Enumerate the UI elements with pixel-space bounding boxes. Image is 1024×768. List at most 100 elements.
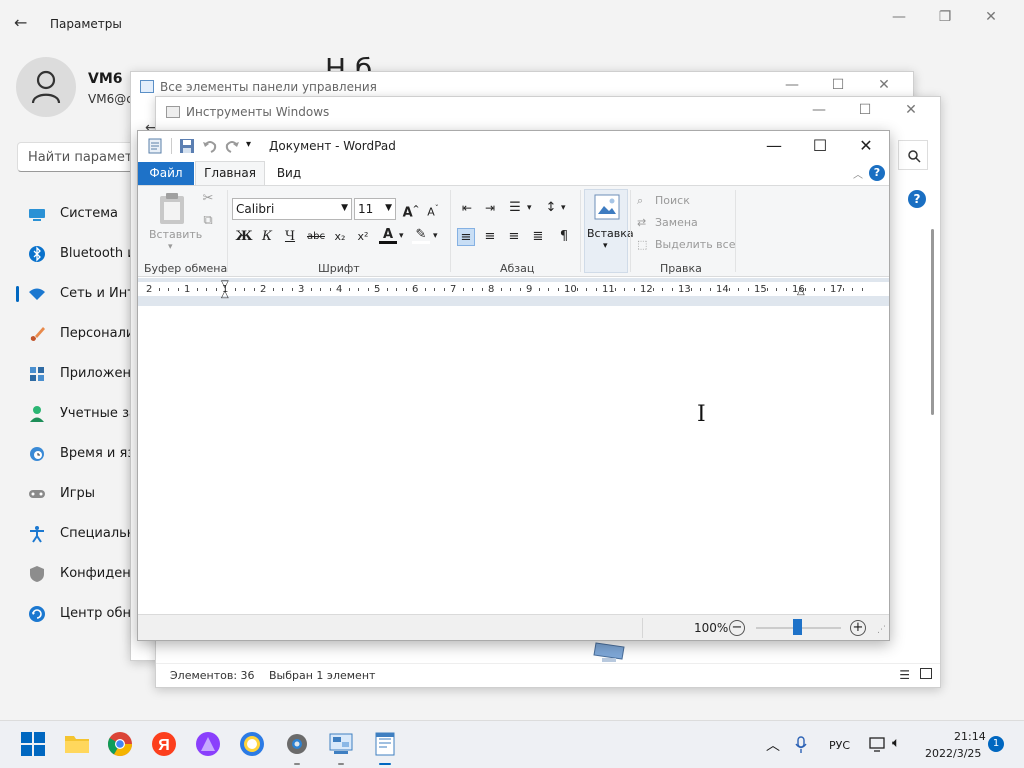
select-all-button[interactable]: Выделить все [655, 238, 735, 251]
decrease-indent-icon[interactable]: ⇤ [458, 199, 476, 217]
chevron-down-icon[interactable]: ▾ [433, 231, 438, 241]
help-icon[interactable]: ? [869, 165, 885, 181]
chevron-up-icon[interactable]: ︿ [766, 735, 780, 755]
start-button[interactable] [20, 731, 46, 757]
network-icon[interactable] [869, 737, 887, 752]
strikethrough-button[interactable]: abc [304, 228, 328, 246]
details-view-icon[interactable]: ☰ [899, 668, 910, 682]
chrome-icon[interactable] [107, 731, 133, 757]
clock-time[interactable]: 21:14 [954, 730, 986, 743]
nav-item-update[interactable]: Центр обн [16, 596, 146, 632]
align-left-icon[interactable]: ≡ [457, 228, 475, 246]
customize-qat-icon[interactable]: ▾ [246, 139, 251, 150]
wordpad-app-icon[interactable] [147, 138, 163, 154]
clipboard-icon[interactable] [157, 192, 187, 226]
replace-button[interactable]: Замена [655, 216, 698, 229]
notification-badge[interactable]: 1 [988, 736, 1004, 752]
align-right-icon[interactable]: ≡ [505, 228, 523, 246]
nav-item-bluetooth[interactable]: Bluetooth и [16, 236, 146, 272]
help-icon[interactable]: ? [908, 190, 926, 208]
nav-item-time-language[interactable]: Время и яз [16, 436, 146, 472]
underline-button[interactable]: Ч [281, 228, 299, 246]
bold-button[interactable]: Ж [235, 228, 253, 246]
paragraph-icon[interactable]: ¶ [555, 228, 573, 246]
tab-file[interactable]: Файл [138, 162, 194, 185]
text-color-button[interactable]: A [379, 226, 397, 244]
close-icon[interactable]: ✕ [843, 131, 889, 161]
minimize-icon[interactable]: — [769, 77, 815, 93]
paste-button[interactable]: Вставить [149, 228, 202, 241]
maximize-icon[interactable]: ☐ [842, 102, 888, 118]
increase-indent-icon[interactable]: ⇥ [481, 199, 499, 217]
bullets-icon[interactable]: ☰ [506, 199, 524, 217]
maximize-icon[interactable]: ☐ [815, 77, 861, 93]
find-button[interactable]: Поиск [655, 194, 690, 207]
volume-icon[interactable]: 🔈︎ [892, 735, 900, 751]
close-icon[interactable]: ✕ [861, 77, 907, 93]
settings-gear-icon[interactable] [284, 731, 310, 757]
nav-item-system[interactable]: Система [16, 196, 146, 232]
large-icons-view-icon[interactable] [920, 668, 932, 679]
insert-button[interactable]: Вставка ▾ [584, 189, 634, 273]
resize-grip-icon[interactable]: ⋰ [877, 625, 886, 635]
chevron-down-icon[interactable]: ▾ [399, 231, 404, 241]
nav-item-accounts[interactable]: Учетные за [16, 396, 146, 432]
chevron-down-icon[interactable]: ▾ [527, 203, 532, 213]
yandex-browser-icon[interactable]: Я [151, 731, 177, 757]
browser-icon[interactable] [239, 731, 265, 757]
paste-dropdown-icon[interactable]: ▾ [168, 242, 173, 252]
restore-icon[interactable]: ❐ [922, 8, 968, 26]
nav-item-gaming[interactable]: Игры [16, 476, 146, 512]
control-panel-app-icon[interactable] [328, 731, 354, 757]
zoom-slider-thumb[interactable] [793, 619, 802, 635]
scrollbar[interactable] [931, 229, 934, 415]
zoom-in-button[interactable]: + [850, 620, 866, 636]
nav-item-privacy[interactable]: Конфиден [16, 556, 146, 592]
nav-item-apps[interactable]: Приложен [16, 356, 146, 392]
left-indent-icon[interactable]: △ [221, 289, 229, 300]
nav-item-network[interactable]: Сеть и Инт [16, 276, 146, 312]
minimize-icon[interactable]: — [796, 102, 842, 118]
language-indicator[interactable]: РУС [829, 739, 850, 752]
subscript-button[interactable]: x₂ [331, 228, 349, 246]
undo-icon[interactable] [202, 138, 218, 154]
font-name-combo[interactable]: Calibri ▼ [232, 198, 352, 220]
tab-view[interactable]: Вид [271, 162, 307, 185]
chevron-down-icon[interactable]: ▾ [561, 203, 566, 213]
tab-home[interactable]: Главная [195, 161, 265, 186]
back-arrow-icon[interactable]: ← [14, 13, 27, 32]
wordpad-taskbar-icon[interactable] [372, 731, 398, 757]
alice-icon[interactable] [195, 731, 221, 757]
right-indent-icon[interactable]: △ [797, 286, 805, 297]
ruler[interactable]: 2 1 1 2 3 4 5 6 7 8 9 10 11 12 13 14 15 16 17 ▽ △ △ [138, 278, 889, 306]
minimize-ribbon-icon[interactable]: ︿ [853, 166, 863, 181]
shrink-font-icon[interactable]: Aˇ [424, 200, 442, 219]
superscript-button[interactable]: x² [354, 228, 372, 246]
close-icon[interactable]: ✕ [888, 102, 934, 118]
cut-icon[interactable]: ✂ [199, 190, 217, 208]
nav-item-personalization[interactable]: Персонали [16, 316, 146, 352]
align-center-icon[interactable]: ≡ [481, 228, 499, 246]
document-area[interactable]: I [138, 306, 889, 616]
copy-icon[interactable]: ⧉ [199, 212, 217, 230]
zoom-out-button[interactable]: − [729, 620, 745, 636]
file-explorer-icon[interactable] [64, 731, 90, 757]
settings-search-input[interactable]: Найти параметр [17, 142, 147, 172]
minimize-icon[interactable]: — [751, 131, 797, 161]
redo-icon[interactable] [224, 138, 240, 154]
avatar[interactable] [16, 57, 76, 117]
close-icon[interactable]: ✕ [968, 8, 1014, 26]
clock-date[interactable]: 2022/3/25 [925, 747, 981, 760]
justify-icon[interactable]: ≣ [529, 228, 547, 246]
microphone-icon[interactable] [795, 736, 807, 754]
highlight-icon[interactable]: ✎ [412, 226, 430, 244]
monitor-icon[interactable] [592, 641, 628, 663]
nav-item-accessibility[interactable]: Специальн [16, 516, 146, 552]
italic-button[interactable]: К [258, 228, 276, 246]
line-spacing-icon[interactable]: ↕ [542, 199, 560, 217]
minimize-icon[interactable]: — [876, 8, 922, 26]
maximize-icon[interactable]: ☐ [797, 131, 843, 161]
grow-font-icon[interactable]: A^ [402, 200, 420, 220]
search-icon[interactable] [898, 140, 928, 170]
font-size-combo[interactable]: 11 ▼ [354, 198, 396, 220]
